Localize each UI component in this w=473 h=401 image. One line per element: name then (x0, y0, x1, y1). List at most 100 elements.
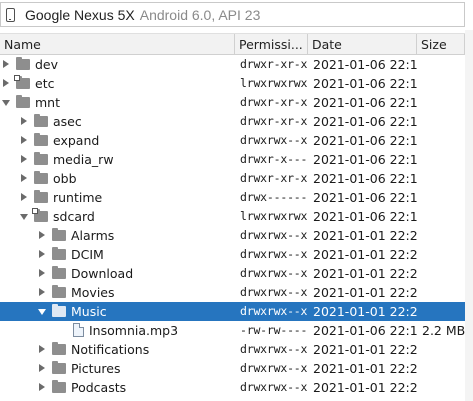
expand-arrow-icon[interactable] (39, 288, 45, 296)
row-date: 2021-01-06 22:11 (313, 95, 418, 110)
row-size (422, 283, 467, 302)
folder-link-icon (14, 75, 30, 89)
row-name: asec (53, 114, 82, 129)
row-permissions: lrwxrwxrwx (240, 209, 308, 223)
folder-icon (52, 342, 66, 355)
row-permissions: drwxr-xr-x (240, 95, 308, 109)
expand-arrow-icon[interactable] (21, 117, 27, 125)
tree-row-etc[interactable]: etc lrwxrwxrwx 2021-01-06 22:11 (0, 74, 465, 93)
row-size (422, 264, 467, 283)
row-size (422, 131, 467, 150)
device-detail: Android 6.0, API 23 (139, 6, 261, 23)
vertical-scrollbar[interactable] (465, 30, 473, 401)
row-permissions: drwxrwx--x (240, 247, 308, 261)
phone-icon (6, 7, 15, 22)
row-date: 2021-01-06 22:11 (313, 114, 418, 129)
expand-arrow-icon[interactable] (3, 79, 9, 87)
row-size (422, 55, 467, 74)
row-permissions: drwxr-xr-x (240, 57, 308, 71)
column-name[interactable]: Name (0, 34, 235, 55)
audio-file-icon (73, 323, 84, 337)
tree-row-podcasts[interactable]: Podcasts drwxrwx--x 2021-01-01 22:26 (0, 378, 465, 397)
expand-arrow-icon[interactable] (39, 250, 45, 258)
tree-row-movies[interactable]: Movies drwxrwx--x 2021-01-01 22:26 (0, 283, 465, 302)
expand-arrow-icon[interactable] (39, 364, 45, 372)
row-size (422, 359, 467, 378)
tree-row-dev[interactable]: dev drwxr-xr-x 2021-01-06 22:11 (0, 55, 465, 74)
row-name: Alarms (71, 228, 115, 243)
folder-icon (52, 266, 66, 279)
row-date: 2021-01-01 22:26 (313, 304, 418, 319)
row-name: Pictures (71, 361, 121, 376)
row-size (422, 207, 467, 226)
tree-row-mnt[interactable]: mnt drwxr-xr-x 2021-01-06 22:11 (0, 93, 465, 112)
row-size (422, 340, 467, 359)
expand-arrow-icon[interactable] (21, 136, 27, 144)
row-permissions: drwxrwx--x (240, 228, 308, 242)
collapse-arrow-icon[interactable] (38, 309, 46, 315)
row-permissions: drwxrwx--x (240, 380, 308, 394)
expand-arrow-icon[interactable] (39, 231, 45, 239)
tree-row-download[interactable]: Download drwxrwx--x 2021-01-01 22:26 (0, 264, 465, 283)
row-permissions: drwxrwx--x (240, 285, 308, 299)
row-date: 2021-01-01 22:26 (313, 380, 418, 395)
folder-icon (52, 228, 66, 241)
expand-arrow-icon[interactable] (21, 193, 27, 201)
row-name: Download (71, 266, 134, 281)
row-date: 2021-01-01 22:26 (313, 285, 418, 300)
column-permissions[interactable]: Permissi... (235, 34, 308, 55)
tree-row-runtime[interactable]: runtime drwx------ 2021-01-06 22:11 (0, 188, 465, 207)
tree-row-media-rw[interactable]: media_rw drwxr-x--- 2021-01-06 22:11 (0, 150, 465, 169)
row-date: 2021-01-01 22:26 (313, 342, 418, 357)
row-name: sdcard (53, 209, 95, 224)
expand-arrow-icon[interactable] (39, 345, 45, 353)
row-permissions: lrwxrwxrwx (240, 76, 308, 90)
expand-arrow-icon[interactable] (39, 269, 45, 277)
folder-icon (52, 304, 66, 317)
row-date: 2021-01-01 22:26 (313, 361, 418, 376)
row-date: 2021-01-06 22:13 (313, 323, 418, 338)
column-header: Name Permissi... Date Size (0, 33, 473, 55)
tree-row-pictures[interactable]: Pictures drwxrwx--x 2021-01-01 22:26 (0, 359, 465, 378)
row-date: 2021-01-06 22:11 (313, 133, 418, 148)
row-size (422, 302, 467, 321)
tree-row-sdcard[interactable]: sdcard lrwxrwxrwx 2021-01-06 22:11 (0, 207, 465, 226)
column-date[interactable]: Date (308, 34, 417, 55)
folder-icon (52, 285, 66, 298)
row-size (422, 93, 467, 112)
row-size (422, 245, 467, 264)
tree-row-asec[interactable]: asec drwxr-xr-x 2021-01-06 22:11 (0, 112, 465, 131)
row-name: etc (35, 76, 55, 91)
tree-row-expand[interactable]: expand drwxrwx--x 2021-01-06 22:11 (0, 131, 465, 150)
tree-row-dcim[interactable]: DCIM drwxrwx--x 2021-01-01 22:26 (0, 245, 465, 264)
row-name: Podcasts (71, 380, 127, 395)
tree-row-insomnia-mp3[interactable]: Insomnia.mp3 -rw-rw---- 2021-01-06 22:13… (0, 321, 465, 340)
expand-arrow-icon[interactable] (3, 60, 9, 68)
tree-row-alarms[interactable]: Alarms drwxrwx--x 2021-01-01 22:26 (0, 226, 465, 245)
collapse-arrow-icon[interactable] (2, 100, 10, 106)
row-size (422, 74, 467, 93)
row-size (422, 188, 467, 207)
row-name: DCIM (71, 247, 104, 262)
expand-arrow-icon[interactable] (21, 155, 27, 163)
collapse-arrow-icon[interactable] (20, 214, 28, 220)
tree-row-notifications[interactable]: Notifications drwxrwx--x 2021-01-01 22:2… (0, 340, 465, 359)
folder-icon (52, 361, 66, 374)
row-name: mnt (35, 95, 60, 110)
tree-row-music[interactable]: Music drwxrwx--x 2021-01-01 22:26 (0, 302, 465, 321)
expand-arrow-icon[interactable] (39, 383, 45, 391)
row-permissions: drwxrwx--x (240, 133, 308, 147)
folder-icon (52, 380, 66, 393)
row-date: 2021-01-06 22:11 (313, 152, 418, 167)
folder-icon (34, 152, 48, 165)
column-size[interactable]: Size (417, 34, 465, 55)
row-permissions: drwxrwx--x (240, 304, 308, 318)
expand-arrow-icon[interactable] (21, 174, 27, 182)
tree-row-obb[interactable]: obb drwxr-xr-x 2021-01-06 22:11 (0, 169, 465, 188)
row-permissions: drwx------ (240, 190, 308, 204)
row-name: Notifications (71, 342, 150, 357)
folder-icon (52, 247, 66, 260)
row-date: 2021-01-01 22:26 (313, 228, 418, 243)
device-selector[interactable]: Google Nexus 5X Android 6.0, API 23 (0, 2, 465, 27)
row-date: 2021-01-01 22:26 (313, 247, 418, 262)
